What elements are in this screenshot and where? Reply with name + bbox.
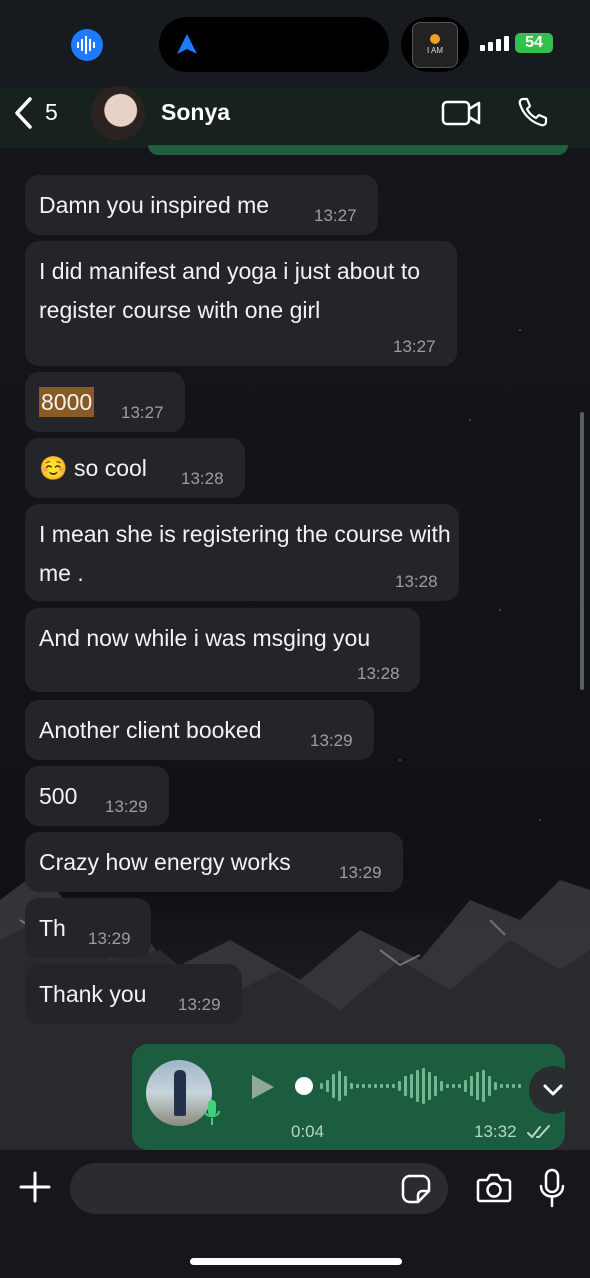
message-time: 13:29	[88, 929, 131, 948]
message-text: Crazy how energy works	[39, 849, 291, 875]
mic-icon[interactable]	[538, 1168, 566, 1208]
message-bubble[interactable]: 500 13:29	[25, 766, 169, 826]
message-time: 13:29	[339, 863, 382, 882]
video-call-icon[interactable]	[441, 99, 481, 127]
message-time: 13:27	[314, 206, 357, 225]
previous-outgoing-bubble-edge	[148, 145, 568, 155]
message-time: 13:28	[357, 664, 400, 683]
message-time: 13:29	[310, 731, 353, 750]
sun-icon	[430, 34, 440, 44]
message-time: 13:29	[105, 797, 148, 816]
phone-call-icon[interactable]	[517, 96, 549, 128]
message-time: 13:28	[395, 572, 438, 591]
message-time: 13:27	[121, 403, 164, 422]
message-time: 13:29	[178, 995, 221, 1014]
unread-count[interactable]: 5	[45, 99, 58, 126]
iam-app-badge: I AM	[412, 21, 458, 68]
message-text: I mean she is registering the course wit…	[39, 521, 451, 586]
avatar-figure	[174, 1070, 186, 1116]
chevron-down-icon	[543, 1084, 563, 1096]
scroll-indicator[interactable]	[580, 412, 584, 690]
audio-wave-icon	[71, 29, 103, 61]
message-bubble[interactable]: And now while i was msging you 13:28	[25, 608, 420, 692]
message-bubble[interactable]: I did manifest and yoga i just about to …	[25, 241, 457, 366]
cellular-signal-icon	[480, 36, 509, 51]
iam-badge-text: I AM	[426, 46, 443, 55]
camera-icon[interactable]	[476, 1172, 512, 1204]
battery-indicator: 54	[515, 33, 553, 53]
live-activity: I AM	[401, 17, 469, 72]
battery-level: 54	[525, 34, 543, 51]
highlighted-text: 8000	[39, 387, 95, 417]
message-input[interactable]	[70, 1163, 448, 1214]
contact-name[interactable]: Sonya	[161, 99, 230, 126]
message-bubble[interactable]: Th 13:29	[25, 898, 151, 958]
navigation-arrow-icon	[177, 34, 197, 54]
message-bubble[interactable]: ☺️ so cool 13:28	[25, 438, 245, 498]
message-bubble[interactable]: Another client booked 13:29	[25, 700, 374, 760]
message-bubble[interactable]: I mean she is registering the course wit…	[25, 504, 459, 601]
message-time: 13:27	[393, 337, 436, 356]
play-icon[interactable]	[248, 1073, 276, 1101]
emoji: ☺️	[39, 455, 68, 481]
message-bubble[interactable]: Damn you inspired me 13:27	[25, 175, 378, 235]
message-text: And now while i was msging you	[39, 625, 371, 651]
audio-waveform[interactable]	[292, 1066, 532, 1106]
message-time: 13:28	[181, 469, 224, 488]
message-bubble[interactable]: Crazy how energy works 13:29	[25, 832, 403, 892]
read-receipt-icon	[527, 1125, 550, 1138]
mic-icon	[204, 1100, 220, 1125]
voice-duration: 0:04	[291, 1122, 325, 1141]
message-text: I did manifest and yoga i just about to …	[39, 258, 421, 323]
scroll-to-bottom-button[interactable]	[529, 1066, 577, 1114]
message-bubble[interactable]: Thank you 13:29	[25, 964, 242, 1024]
message-text: so cool	[74, 455, 147, 481]
back-chevron-icon[interactable]	[12, 96, 36, 130]
home-indicator[interactable]	[190, 1258, 402, 1265]
chat-header	[0, 88, 590, 148]
contact-avatar[interactable]	[91, 86, 145, 140]
plus-icon[interactable]	[18, 1170, 52, 1204]
voice-message-bubble[interactable]: 0:04 13:32	[132, 1044, 565, 1150]
message-bubble[interactable]: 8000 13:27	[25, 372, 185, 432]
message-time: 13:32	[474, 1122, 517, 1141]
sticker-icon[interactable]	[401, 1174, 431, 1204]
